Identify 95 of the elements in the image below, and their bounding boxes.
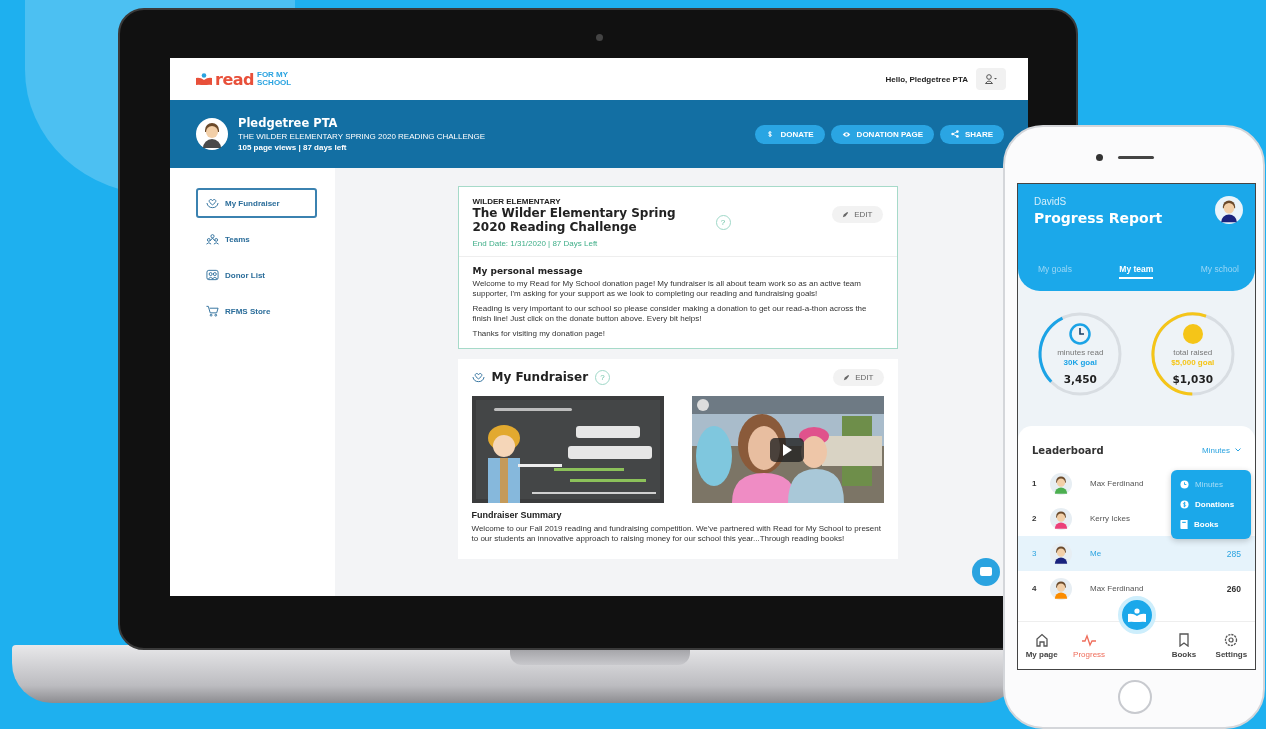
message-paragraph: Thanks for visiting my donation page! bbox=[472, 328, 606, 339]
gauge-value: 3,450 bbox=[1063, 372, 1097, 385]
book-reader-icon bbox=[196, 73, 212, 85]
leaderboard-row[interactable]: 4 Max Ferdinand 260 bbox=[1018, 571, 1255, 606]
sort-dropdown[interactable]: Minutes bbox=[1202, 445, 1241, 455]
avatar-icon bbox=[1050, 577, 1072, 600]
pencil-icon bbox=[842, 211, 850, 218]
card-title: My Fundraiser bbox=[491, 370, 589, 385]
coin-icon bbox=[1181, 322, 1204, 345]
message-paragraph: Welcome to my Read for My School donation page! My fundraiser is all about team work so as an active team supporter, I'm asking for your support as we look to completing our reading and fundraising goals! bbox=[472, 278, 862, 299]
pulse-icon bbox=[1082, 632, 1097, 647]
player-name: Kerry Ickes bbox=[1090, 514, 1130, 523]
leaderboard-row[interactable]: 1 Max Ferdinand bbox=[1018, 466, 1169, 501]
end-date: End Date: 1/31/2020 | 87 Days Left bbox=[472, 238, 599, 248]
donate-button[interactable]: DONATE bbox=[755, 124, 825, 144]
dollar-icon bbox=[766, 130, 775, 138]
score: 260 bbox=[1226, 583, 1241, 594]
bookmark-icon bbox=[1176, 632, 1191, 647]
share-button[interactable]: SHARE bbox=[940, 124, 1004, 144]
sidebar-item[interactable]: RFMS Store bbox=[196, 296, 317, 326]
challenge-name: THE WILDER ELEMENTARY SPRING 2020 READING CHALLENGE bbox=[238, 132, 486, 141]
section-title: Fundraiser Summary bbox=[471, 509, 563, 520]
cart-icon bbox=[206, 305, 219, 317]
avatar-icon bbox=[1050, 507, 1072, 530]
edit-button[interactable]: EDIT bbox=[833, 368, 884, 386]
camera-dot bbox=[596, 34, 603, 41]
score: 285 bbox=[1226, 548, 1241, 559]
menu-item[interactable]: Donations bbox=[1180, 500, 1242, 509]
eye-icon bbox=[841, 130, 851, 138]
school-name: WILDER ELEMENTARY bbox=[472, 197, 562, 206]
home-icon bbox=[1034, 632, 1049, 647]
gauge-label: total raised bbox=[1173, 347, 1213, 357]
rank: 3 bbox=[1032, 549, 1038, 558]
book-icon bbox=[1180, 520, 1188, 529]
avatar-icon bbox=[1215, 196, 1243, 224]
summary-text: Welcome to our Fall 2019 reading and fundraising competition. We've partnered with Read for My School to present to our students an innovative approach to raising money for our school this year...Through reading books! bbox=[471, 523, 882, 544]
greeting: Hello, Pledgetree PTA bbox=[885, 74, 968, 84]
caret-icon bbox=[1235, 448, 1241, 452]
tab[interactable]: My goals bbox=[1038, 264, 1072, 279]
group-icon bbox=[206, 269, 219, 281]
people-icon bbox=[206, 233, 219, 245]
gauge-label: minutes read bbox=[1057, 347, 1104, 357]
section-title: Leaderboard bbox=[1032, 444, 1104, 456]
logo-text: read bbox=[215, 69, 254, 89]
avatar-icon bbox=[1050, 472, 1072, 495]
user-name: DavidS bbox=[1034, 196, 1068, 207]
speaker-grille bbox=[1118, 156, 1154, 159]
tab[interactable]: My team bbox=[1119, 264, 1154, 279]
gauge-goal: 30K goal bbox=[1063, 357, 1097, 367]
sidebar-item[interactable]: Teams bbox=[196, 224, 317, 254]
tab[interactable]: My school bbox=[1200, 264, 1239, 279]
nav-item[interactable]: Progress bbox=[1065, 622, 1113, 669]
camera-dot bbox=[1096, 154, 1103, 161]
chat-icon bbox=[979, 566, 993, 578]
clock-icon bbox=[1180, 480, 1189, 489]
hands-heart-icon bbox=[471, 371, 485, 384]
avatar-icon bbox=[196, 118, 228, 150]
help-button[interactable]: ? bbox=[715, 215, 731, 230]
reader-icon bbox=[1127, 608, 1146, 622]
dollar-icon bbox=[1180, 500, 1189, 509]
player-name: Me bbox=[1090, 549, 1102, 558]
page-stats: 105 page views | 87 days left bbox=[238, 143, 348, 152]
screen-title: Progress Report bbox=[1034, 210, 1163, 226]
sidebar-item[interactable]: My Fundraiser bbox=[196, 188, 317, 218]
nav-item[interactable]: Books bbox=[1160, 622, 1208, 669]
menu-item[interactable]: Minutes bbox=[1180, 480, 1242, 489]
gauge-value: $1,030 bbox=[1172, 372, 1213, 385]
donation-page-button[interactable]: DONATION PAGE bbox=[830, 124, 934, 144]
gauge-goal: $5,000 goal bbox=[1171, 357, 1215, 367]
edit-button[interactable]: EDIT bbox=[832, 206, 883, 223]
leaderboard-row[interactable]: 3 Me 285 bbox=[1018, 536, 1255, 571]
menu-item[interactable]: Books bbox=[1180, 520, 1242, 529]
message-paragraph: Reading is very important to our school so please consider making a donation to get our read-a-thon across the finish line! Just click on the donate button above. Every bit helps! bbox=[472, 303, 868, 324]
avatar-icon bbox=[1050, 542, 1072, 565]
rank: 2 bbox=[1032, 514, 1038, 523]
hands-heart-icon bbox=[206, 197, 219, 209]
sidebar-item[interactable]: Donor List bbox=[196, 260, 317, 290]
clock-icon bbox=[1069, 322, 1092, 345]
settings-icon bbox=[1224, 632, 1239, 647]
pencil-icon bbox=[843, 373, 851, 381]
profile-name: Pledgetree PTA bbox=[238, 116, 339, 130]
share-icon bbox=[951, 130, 959, 138]
rank: 1 bbox=[1032, 479, 1038, 488]
nav-item[interactable]: Settings bbox=[1207, 622, 1255, 669]
logo-tagline: FOR MY SCHOOL bbox=[257, 71, 293, 87]
challenge-title: The Wilder Elementary Spring 2020 Reading Challenge bbox=[472, 206, 677, 235]
account-button[interactable] bbox=[976, 68, 1006, 90]
player-name: Max Ferdinand bbox=[1090, 584, 1144, 593]
section-title: My personal message bbox=[472, 265, 584, 276]
help-button[interactable]: ? bbox=[595, 369, 611, 385]
player-name: Max Ferdinand bbox=[1090, 479, 1144, 488]
leaderboard-row[interactable]: 2 Kerry Ickes bbox=[1018, 501, 1169, 536]
nav-item[interactable]: My page bbox=[1018, 622, 1066, 669]
rank: 4 bbox=[1032, 584, 1038, 593]
user-icon bbox=[985, 74, 997, 84]
